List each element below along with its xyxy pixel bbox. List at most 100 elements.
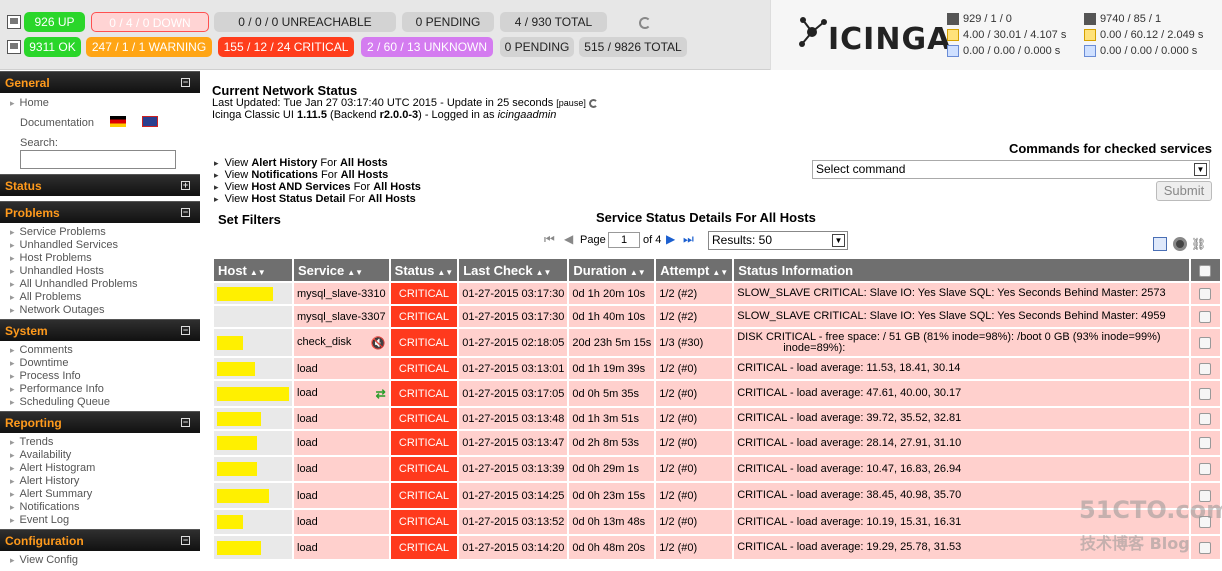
services-warning-badge[interactable]: 247 / 1 / 1 WARNING (86, 37, 212, 57)
results-select-value[interactable]: Results: 50 (712, 233, 772, 247)
column-host[interactable]: Host ▲▼ (214, 259, 292, 281)
chevron-down-icon[interactable]: ▼ (1194, 163, 1207, 176)
hosts-down-handled[interactable]: 4 (126, 16, 133, 30)
service-name[interactable]: check_disk (297, 336, 351, 348)
service-cell[interactable]: load (294, 431, 389, 455)
column-select-all[interactable] (1190, 259, 1220, 281)
column-label[interactable]: Status (395, 263, 435, 278)
sort-icon[interactable]: ▲▼ (347, 268, 363, 277)
column-attempt[interactable]: Attempt ▲▼ (656, 259, 733, 281)
link-text[interactable]: For (349, 193, 366, 205)
sidebar-item-service-problems[interactable]: Service Problems (10, 226, 106, 238)
sidebar-item-all-unhandled-problems[interactable]: All Unhandled Problems (10, 278, 138, 290)
link-bold[interactable]: Alert History (251, 157, 317, 169)
sort-icon[interactable]: ▲▼ (250, 268, 266, 277)
sort-icon[interactable]: ▲▼ (630, 268, 646, 277)
host-cell[interactable] (214, 283, 292, 304)
row-select-cell[interactable] (1190, 408, 1220, 429)
page-number-input[interactable]: 1 (608, 232, 640, 248)
row-select-cell[interactable] (1190, 381, 1220, 406)
redacted-hostname[interactable] (217, 488, 269, 503)
services-unknown-unhandled[interactable]: 2 (367, 40, 374, 54)
command-select-value[interactable]: Select command (816, 162, 905, 176)
service-name[interactable]: mysql_slave-3310 (297, 288, 386, 300)
services-unknown-badge[interactable]: 2 / 60 / 13 UNKNOWN (361, 37, 493, 57)
service-cell[interactable]: load ⇄ (294, 381, 389, 406)
service-name[interactable]: load (297, 516, 318, 528)
host-cell[interactable] (214, 483, 292, 508)
icinga-logo-text[interactable]: ICINGA (828, 22, 951, 57)
link-text[interactable]: View (225, 181, 249, 193)
redacted-hostname[interactable] (217, 386, 289, 401)
link-bold[interactable]: All Hosts (340, 157, 388, 169)
service-cell[interactable]: load (294, 408, 389, 429)
link-text[interactable]: View (225, 157, 249, 169)
table-row[interactable]: mysql_slave-3307 CRITICAL 01-27-2015 03:17… (214, 306, 1220, 327)
submit-button[interactable]: Submit (1156, 181, 1212, 201)
hosts-up-badge[interactable]: 926 UP (24, 12, 85, 32)
export-csv-icon[interactable] (1153, 237, 1167, 251)
services-critical-badge[interactable]: 155 / 12 / 24 CRITICAL (218, 37, 354, 57)
sidebar-item-notifications[interactable]: Notifications (10, 501, 80, 513)
table-row[interactable]: load CRITICAL 01-27-2015 03:13:48 0d 1h 3m … (214, 408, 1220, 429)
hosts-total-badge[interactable]: 4 / 930 TOTAL (500, 12, 607, 32)
services-total-badge[interactable]: 515 / 9826 TOTAL (579, 37, 687, 57)
hosts-unreachable-badge[interactable]: 0 / 0 / 0 UNREACHABLE (214, 12, 396, 32)
redacted-hostname[interactable] (217, 462, 257, 476)
services-critical-total[interactable]: 24 CRITICAL (277, 40, 348, 54)
first-page-icon[interactable]: ⏮ (544, 233, 556, 245)
row-select-cell[interactable] (1190, 329, 1220, 356)
command-select[interactable]: Select command ▼ (812, 160, 1210, 179)
sidebar-item-alert-histogram[interactable]: Alert Histogram (10, 462, 96, 474)
expand-icon[interactable]: + (181, 181, 190, 190)
reload-icon[interactable] (588, 98, 598, 108)
hosts-down-badge[interactable]: 0 / 4 / 0 DOWN (91, 12, 209, 32)
host-cell[interactable] (214, 457, 292, 481)
collapse-icon[interactable]: − (181, 208, 190, 217)
redacted-hostname[interactable] (217, 286, 273, 301)
next-page-icon[interactable]: ▶ (666, 233, 678, 245)
sidebar-item-host-problems[interactable]: Host Problems (10, 252, 92, 264)
redacted-hostname[interactable] (217, 540, 261, 555)
sidebar-item-availability[interactable]: Availability (10, 449, 72, 461)
sidebar-item-all-problems[interactable]: All Problems (10, 291, 82, 303)
host-cell[interactable] (214, 381, 292, 406)
service-cell[interactable]: load (294, 483, 389, 508)
table-row[interactable]: load CRITICAL 01-27-2015 03:14:25 0d 0h 23m… (214, 483, 1220, 508)
row-checkbox[interactable] (1199, 336, 1212, 349)
service-cell[interactable]: load (294, 536, 389, 559)
link-text[interactable]: View (225, 193, 249, 205)
column-service[interactable]: Service ▲▼ (294, 259, 389, 281)
sidebar-item-comments[interactable]: Comments (10, 344, 73, 356)
host-cell[interactable] (214, 408, 292, 429)
redacted-hostname[interactable] (217, 361, 255, 376)
hosts-pending-badge[interactable]: 0 PENDING (402, 12, 494, 32)
link-icon[interactable]: ⛓ (1191, 237, 1206, 251)
service-name[interactable]: mysql_slave-3307 (297, 311, 386, 323)
redacted-hostname[interactable] (217, 411, 261, 426)
chevron-down-icon[interactable]: ▼ (832, 234, 845, 247)
sidebar-item-downtime[interactable]: Downtime (10, 357, 69, 369)
sidebar-item-network-outages[interactable]: Network Outages (10, 304, 105, 316)
column-last-check[interactable]: Last Check ▲▼ (459, 259, 568, 281)
row-select-cell[interactable] (1190, 536, 1220, 559)
sidebar-item-alert-summary[interactable]: Alert Summary (10, 488, 93, 500)
services-ok-badge[interactable]: 9311 OK (24, 37, 81, 57)
host-cell[interactable] (214, 306, 292, 327)
sidebar-item-home[interactable]: Home (10, 97, 49, 109)
collapse-icon[interactable]: − (181, 78, 190, 87)
host-cell[interactable] (214, 329, 292, 356)
table-row[interactable]: load ⇄ CRITICAL 01-27-2015 03:17:05 0d 0h 5m… (214, 381, 1220, 406)
service-name[interactable]: load (297, 463, 318, 475)
row-select-cell[interactable] (1190, 283, 1220, 304)
table-row[interactable]: load CRITICAL 01-27-2015 03:13:01 0d 1h 19m… (214, 358, 1220, 379)
collapse-icon[interactable]: − (181, 326, 190, 335)
link-bold[interactable]: All Hosts (373, 181, 421, 193)
row-select-cell[interactable] (1190, 306, 1220, 327)
row-checkbox[interactable] (1199, 362, 1212, 375)
column-duration[interactable]: Duration ▲▼ (569, 259, 655, 281)
sidebar-item-trends[interactable]: Trends (10, 436, 54, 448)
service-name[interactable]: load (297, 387, 318, 399)
sidebar-item-process-info[interactable]: Process Info (10, 370, 81, 382)
host-cell[interactable] (214, 536, 292, 559)
